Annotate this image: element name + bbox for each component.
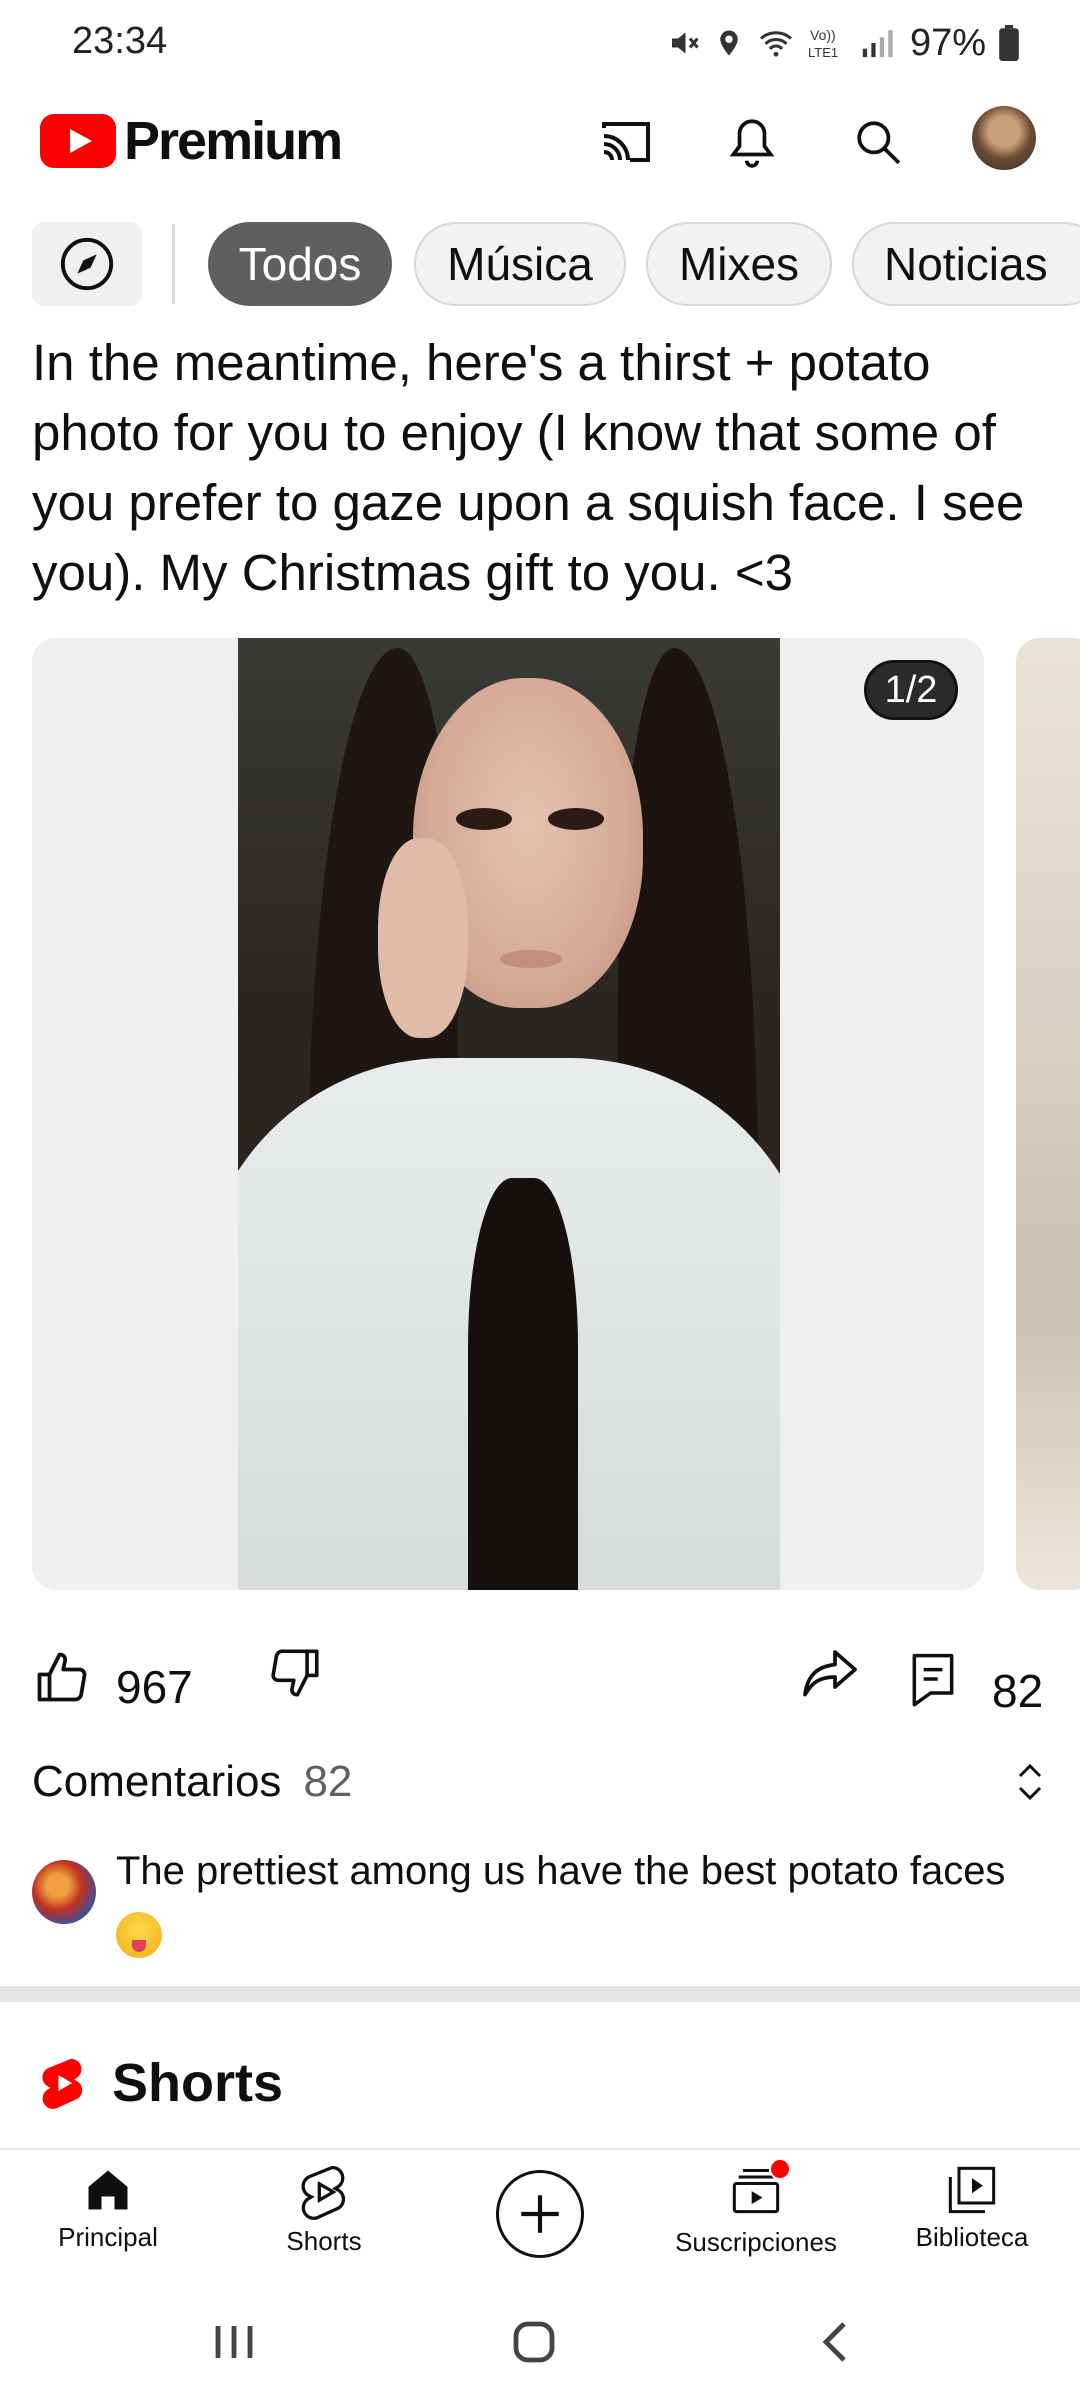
nav-principal[interactable]: Principal — [8, 2164, 208, 2253]
back-icon[interactable] — [816, 2318, 856, 2366]
svg-text:LTE1: LTE1 — [808, 45, 838, 60]
chip-musica[interactable]: Música — [414, 222, 626, 306]
comment-body: The prettiest among us have the best pot… — [116, 1849, 1006, 1893]
new-content-dot — [769, 2158, 791, 2180]
avatar[interactable] — [972, 106, 1036, 170]
home-button-icon[interactable] — [510, 2318, 558, 2366]
filter-chips: Todos Música Mixes Noticias — [0, 220, 1080, 308]
compass-icon — [60, 237, 114, 291]
system-navigation-bar — [0, 2288, 1080, 2400]
shorts-icon — [301, 2165, 346, 2220]
bottom-navigation: Principal Shorts Suscripciones Bibliotec… — [0, 2148, 1080, 2288]
battery-percent: 97% — [909, 21, 986, 64]
create-button[interactable] — [496, 2170, 584, 2258]
location-icon — [720, 30, 738, 56]
next-image-preview[interactable] — [1016, 638, 1080, 1590]
nav-label-principal: Principal — [58, 2222, 158, 2252]
section-separator — [0, 1986, 1080, 2002]
share-button[interactable] — [800, 1644, 860, 1700]
explore-button[interactable] — [32, 222, 142, 306]
home-icon — [88, 2170, 128, 2210]
cast-icon — [602, 122, 650, 162]
community-post-text: In the meantime, here's a thirst + potat… — [32, 334, 1025, 601]
shorts-logo-icon — [42, 2058, 83, 2109]
nav-label-suscripciones: Suscripciones — [675, 2227, 837, 2257]
share-icon — [803, 1650, 857, 1697]
chip-divider — [172, 224, 175, 304]
cast-button[interactable] — [594, 110, 658, 174]
nav-suscripciones[interactable]: Suscripciones — [656, 2158, 856, 2258]
signal-icon — [862, 30, 893, 58]
app-header: Premium — [0, 96, 1080, 186]
comment-icon — [912, 1653, 954, 1707]
youtube-logo-icon — [40, 114, 116, 168]
library-icon — [948, 2166, 996, 2214]
youtube-premium-logo[interactable]: Premium — [40, 110, 343, 172]
logo-text: Premium — [124, 111, 343, 171]
battery-icon — [999, 25, 1019, 61]
post-actions: 967 82 — [0, 1630, 1080, 1730]
comments-count: 82 — [303, 1757, 353, 1806]
status-time: 23:34 — [72, 20, 168, 62]
mute-icon — [671, 32, 699, 54]
recent-apps-icon[interactable] — [212, 2318, 256, 2366]
thumbs-down-icon — [271, 1649, 319, 1697]
nav-label-biblioteca: Biblioteca — [915, 2222, 1029, 2252]
plus-icon — [521, 2195, 559, 2233]
nav-biblioteca[interactable]: Biblioteca — [872, 2164, 1072, 2253]
status-bar: 23:34 Vo)) LTE1 97% — [0, 0, 1080, 88]
shorts-section-header: Shorts — [40, 2052, 283, 2114]
zany-face-emoji-icon — [116, 1912, 162, 1959]
comment-count: 82 — [992, 1665, 1044, 1717]
like-count: 967 — [116, 1661, 193, 1713]
bell-icon — [729, 119, 775, 168]
nav-label-shorts: Shorts — [286, 2226, 362, 2256]
comments-header[interactable]: Comentarios 82 — [32, 1752, 1048, 1812]
volte-icon: Vo)) LTE1 — [808, 27, 838, 60]
chip-todos[interactable]: Todos — [208, 222, 392, 306]
image-counter: 1/2 — [864, 660, 958, 720]
comments-title: Comentarios — [32, 1757, 282, 1806]
like-button[interactable]: 967 — [32, 1640, 193, 1714]
dislike-button[interactable] — [266, 1644, 324, 1702]
nav-shorts[interactable]: Shorts — [224, 2164, 424, 2257]
search-icon — [857, 121, 901, 165]
search-button[interactable] — [846, 110, 910, 174]
status-icons: Vo)) LTE1 97% — [666, 18, 1020, 68]
svg-text:Vo)): Vo)) — [810, 27, 836, 43]
chip-noticias[interactable]: Noticias — [852, 222, 1080, 306]
expand-icon[interactable] — [1012, 1758, 1048, 1806]
commenter-avatar[interactable] — [32, 1860, 96, 1924]
post-image-carousel[interactable]: 1/2 — [32, 638, 984, 1590]
post-photo[interactable] — [238, 638, 780, 1590]
thumbs-up-icon — [37, 1652, 87, 1702]
comments-button[interactable]: 82 — [908, 1640, 1043, 1718]
chip-mixes[interactable]: Mixes — [646, 222, 832, 306]
notifications-button[interactable] — [720, 110, 784, 174]
comment-text: The prettiest among us have the best pot… — [116, 1840, 1056, 1964]
wifi-icon — [759, 31, 792, 57]
shorts-title: Shorts — [112, 2053, 284, 2113]
